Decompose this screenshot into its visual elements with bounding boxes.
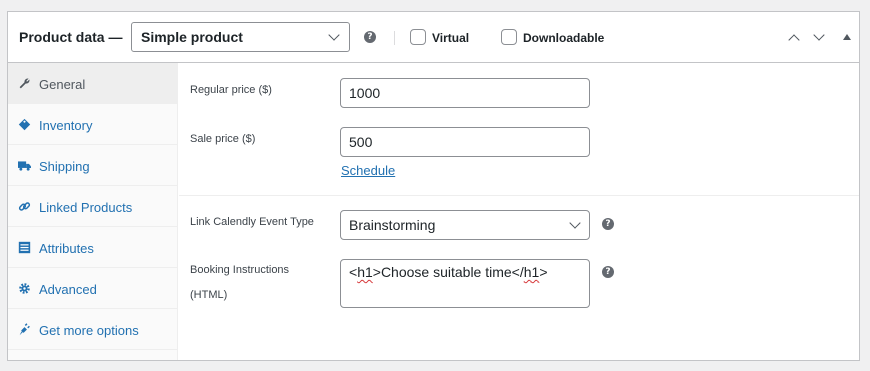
tab-label: Shipping — [39, 159, 90, 174]
tab-inventory[interactable]: Inventory — [8, 104, 177, 145]
tab-label: Attributes — [39, 241, 94, 256]
panel-header: Product data — Simple product ? Virtual … — [8, 12, 859, 63]
sale-price-value: 500 — [349, 134, 373, 150]
wrench-icon — [19, 78, 30, 89]
tab-general[interactable]: General — [8, 63, 177, 104]
link-icon — [18, 202, 31, 211]
product-data-tabs: General Inventory Shipping Linked Produc… — [8, 63, 178, 360]
regular-price-value: 1000 — [349, 85, 381, 101]
tab-shipping[interactable]: Shipping — [8, 145, 177, 186]
tab-advanced[interactable]: Advanced — [8, 268, 177, 309]
section-divider — [179, 195, 859, 196]
booking-text-part: >Choose suitable time</ — [372, 264, 524, 280]
move-down-button[interactable] — [811, 29, 829, 47]
list-icon — [18, 241, 31, 254]
tab-label: Inventory — [39, 118, 93, 133]
plugin-icon — [19, 323, 30, 336]
sale-price-input[interactable]: 500 — [340, 127, 590, 157]
collapse-toggle-icon[interactable] — [843, 34, 851, 40]
tab-linked-products[interactable]: Linked Products — [8, 186, 177, 227]
gear-icon — [19, 283, 30, 294]
help-icon[interactable]: ? — [602, 266, 614, 278]
product-data-panel: Product data — Simple product ? Virtual … — [7, 11, 860, 361]
tab-attributes[interactable]: Attributes — [8, 227, 177, 268]
booking-text-part: > — [539, 264, 548, 280]
calendly-label: Link Calendly Event Type — [190, 216, 314, 228]
tag-icon — [18, 118, 31, 131]
regular-price-input[interactable]: 1000 — [340, 78, 590, 108]
calendly-event-select[interactable]: Brainstorming — [340, 210, 590, 240]
downloadable-checkbox[interactable] — [501, 29, 517, 45]
help-icon[interactable]: ? — [364, 31, 376, 43]
move-up-button[interactable] — [786, 29, 804, 47]
truck-icon — [18, 161, 31, 171]
product-type-value: Simple product — [141, 29, 243, 45]
tab-get-more-options[interactable]: Get more options — [8, 309, 177, 350]
panel-title: Product data — — [19, 29, 123, 45]
tab-label: Linked Products — [39, 200, 133, 215]
booking-label-line1: Booking Instructions — [190, 264, 290, 276]
booking-instructions-textarea[interactable]: <h1>Choose suitable time</h1> — [340, 259, 590, 308]
misspelled-word: h1 — [357, 264, 373, 280]
booking-text-part: < — [349, 264, 358, 280]
chevron-down-icon — [813, 29, 825, 41]
chevron-down-icon — [569, 217, 581, 229]
calendly-event-value: Brainstorming — [349, 217, 436, 233]
sale-price-label: Sale price ($) — [190, 133, 256, 145]
product-type-select[interactable]: Simple product — [131, 22, 350, 52]
downloadable-label: Downloadable — [523, 31, 605, 45]
tab-label: Advanced — [39, 282, 97, 297]
help-icon[interactable]: ? — [602, 218, 614, 230]
regular-price-label: Regular price ($) — [190, 84, 272, 96]
separator — [394, 31, 395, 45]
misspelled-word: h1 — [523, 264, 540, 280]
schedule-link[interactable]: Schedule — [341, 163, 395, 178]
booking-label-line2: (HTML) — [190, 289, 228, 301]
virtual-label: Virtual — [432, 31, 470, 45]
tab-label: General — [39, 77, 86, 92]
chevron-down-icon — [328, 29, 340, 41]
tab-label: Get more options — [39, 323, 139, 338]
chevron-up-icon — [788, 34, 800, 46]
virtual-checkbox[interactable] — [410, 29, 426, 45]
